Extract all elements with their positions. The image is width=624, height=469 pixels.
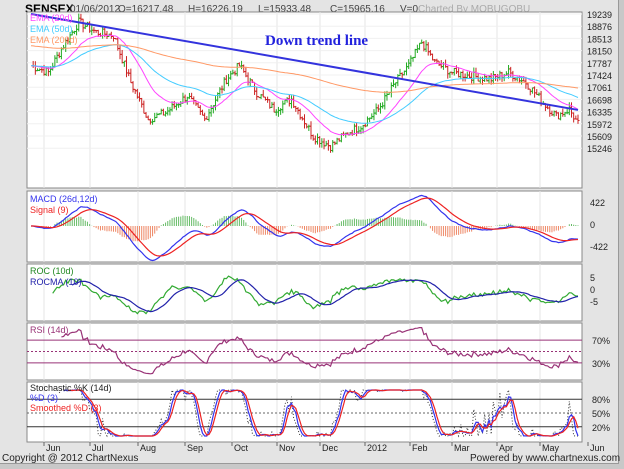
stoch-k-legend: Stochastic %K (14d): [30, 383, 112, 393]
rsi-tick: 30%: [592, 359, 610, 369]
y-tick-label: 17787: [587, 59, 612, 69]
legend-0: EMA (20d): [30, 13, 73, 23]
x-tick-label: Nov: [279, 443, 296, 453]
x-tick-label: Jun: [46, 443, 61, 453]
roc-tick: -5: [590, 297, 598, 307]
y-tick-label: 17424: [587, 71, 612, 81]
y-tick-label: 19239: [587, 10, 612, 20]
y-tick-label: 18150: [587, 47, 612, 57]
signal-legend: Signal (9): [30, 205, 69, 215]
y-tick-label: 15246: [587, 144, 612, 154]
x-tick-label: Dec: [322, 443, 339, 453]
y-tick-label: 15609: [587, 132, 612, 142]
roc-tick: 5: [590, 273, 595, 283]
y-tick-label: 17061: [587, 83, 612, 93]
macd-tick: 0: [590, 220, 595, 230]
rocma-legend: ROCMA (10): [30, 277, 82, 287]
x-tick-label: Oct: [234, 443, 249, 453]
x-tick-label: Mar: [454, 443, 470, 453]
x-tick-label: Apr: [499, 443, 513, 453]
legend-2: EMA (200d): [30, 35, 78, 45]
x-tick-label: Jul: [92, 443, 104, 453]
x-tick-label: Aug: [140, 443, 156, 453]
y-tick-label: 16335: [587, 108, 612, 118]
y-tick-label: 18876: [587, 22, 612, 32]
x-tick-label: May: [542, 443, 560, 453]
macd-legend: MACD (26d,12d): [30, 194, 98, 204]
y-tick-label: 18513: [587, 34, 612, 44]
y-tick-label: 15972: [587, 120, 612, 130]
stoch-smoothed-legend: Smoothed %D (3): [30, 403, 102, 413]
x-tick-label: Sep: [187, 443, 203, 453]
chart-canvas: Jun Jul Aug Sep Oct Nov Dec 2012 Feb Mar Apr May Jun…: [26, 10, 612, 453]
stoch-d-legend: %D (3): [30, 393, 58, 403]
stoch-tick: 80%: [592, 395, 610, 405]
x-tick-label: Jun: [590, 443, 605, 453]
roc-legend: ROC (10d): [30, 266, 74, 276]
stoch-tick: 50%: [592, 409, 610, 419]
rsi-tick: 70%: [592, 336, 610, 346]
rsi-legend: RSI (14d): [30, 325, 69, 335]
x-tick-label: Feb: [412, 443, 428, 453]
trend-annotation: Down trend line: [265, 33, 369, 49]
y-tick-label: 16698: [587, 95, 612, 105]
stoch-tick: 20%: [592, 423, 610, 433]
x-tick-label: 2012: [367, 443, 387, 453]
macd-tick: 422: [590, 198, 605, 208]
roc-tick: 0: [590, 285, 595, 295]
macd-tick: -422: [590, 242, 608, 252]
legend-1: EMA (50d): [30, 24, 73, 34]
